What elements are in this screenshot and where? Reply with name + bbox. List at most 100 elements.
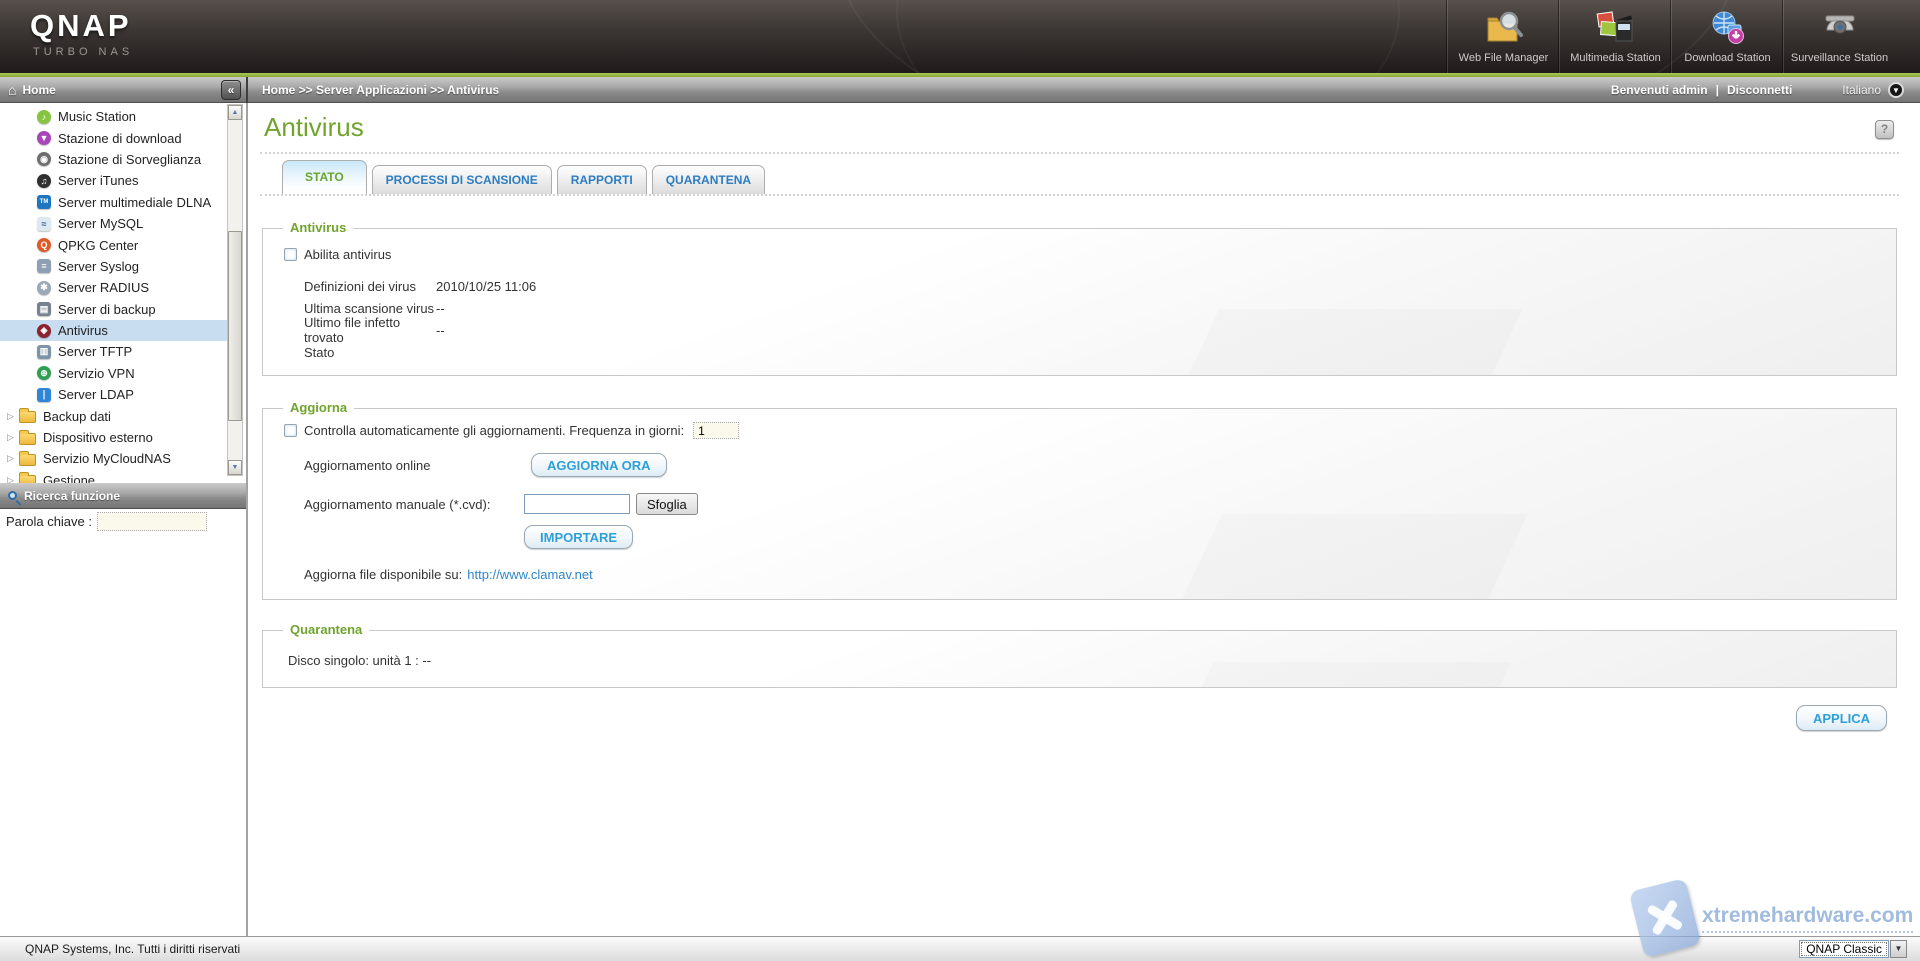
dlna-icon: TM [37, 195, 51, 209]
status-row-label: Ultimo file infetto trovato [304, 315, 436, 345]
station-web-file-manager[interactable]: Web File Manager [1447, 0, 1559, 73]
sidebar-item-music-station[interactable]: ♪Music Station [0, 106, 227, 127]
station-label: Surveillance Station [1791, 52, 1888, 64]
update-now-button[interactable]: AGGIORNA ORA [531, 453, 667, 477]
download-arrow-icon: ▼ [37, 131, 51, 145]
sidebar-item-server-di-backup[interactable]: ▤Server di backup [0, 299, 227, 320]
station-surveillance-station[interactable]: Surveillance Station [1783, 0, 1895, 73]
keyword-input[interactable] [97, 512, 207, 531]
sidebar-item-gestione[interactable]: ▷ Gestione [0, 470, 227, 483]
scrollbar-thumb[interactable] [228, 231, 242, 421]
sidebar-item-label: Server multimediale DLNA [58, 195, 211, 210]
sidebar-item-server-itunes[interactable]: ♫Server iTunes [0, 170, 227, 191]
station-label: Multimedia Station [1570, 52, 1661, 64]
qnap-logo-subtitle: TURBO NAS [33, 46, 133, 58]
antivirus-shield-icon: ◈ [37, 324, 51, 338]
expand-arrow-icon[interactable]: ▷ [7, 432, 15, 443]
help-button[interactable]: ? [1875, 120, 1894, 139]
auto-update-checkbox[interactable] [284, 424, 297, 437]
tab-rapporti[interactable]: RAPPORTI [557, 165, 647, 194]
sidebar-item-label: Music Station [58, 109, 136, 124]
apply-button[interactable]: APPLICA [1796, 705, 1887, 731]
sidebar-item-label: Backup dati [43, 409, 111, 424]
status-row-value: -- [436, 301, 445, 316]
sidebar-item-stazione-di-download[interactable]: ▼Stazione di download [0, 127, 227, 148]
station-label: Download Station [1684, 52, 1770, 64]
sidebar-item-qpkg-center[interactable]: QQPKG Center [0, 234, 227, 255]
sidebar-item-label: Gestione [43, 473, 95, 483]
station-label: Web File Manager [1459, 52, 1549, 64]
sidebar-item-label: Server MySQL [58, 216, 143, 231]
page-title: Antivirus [264, 112, 364, 143]
manual-update-file-input[interactable] [524, 494, 630, 514]
station-multimedia-station[interactable]: Multimedia Station [1559, 0, 1671, 73]
online-update-label: Aggiornamento online [304, 458, 524, 473]
status-row-label: Ultima scansione virus [304, 301, 436, 316]
sidebar-item-label: Antivirus [58, 323, 108, 338]
sidebar-item-server-multimediale-dlna[interactable]: TM Server multimediale DLNA [0, 192, 227, 213]
sidebar-item-antivirus[interactable]: ◈ Antivirus [0, 320, 227, 341]
separator: | [1716, 83, 1719, 97]
frequency-days-input[interactable] [693, 422, 739, 439]
scroll-up-icon[interactable]: ▲ [228, 105, 242, 120]
theme-select-arrow-icon[interactable]: ▼ [1890, 940, 1907, 958]
web-file-manager-icon [1483, 0, 1525, 50]
sidebar-item-dispositivo-esterno[interactable]: ▷ Dispositivo esterno [0, 427, 227, 448]
expand-arrow-icon[interactable]: ▷ [7, 475, 15, 483]
expand-arrow-icon[interactable]: ▷ [7, 453, 15, 464]
theme-select-value[interactable]: QNAP Classic [1799, 940, 1889, 958]
app-header: QNAP TURBO NAS Web File ManagerMultimedi… [0, 0, 1920, 73]
sidebar-header: ⌂ Home « [0, 77, 246, 103]
folder-icon [19, 475, 36, 483]
folder-icon [19, 411, 36, 423]
sidebar-item-server-tftp[interactable]: ▥Server TFTP [0, 341, 227, 362]
import-button[interactable]: IMPORTARE [524, 525, 633, 549]
sidebar-item-label: Server Syslog [58, 259, 139, 274]
itunes-icon: ♫ [37, 174, 51, 188]
language-dropdown-icon[interactable]: ▼ [1888, 82, 1904, 98]
sidebar-item-label: Servizio MyCloudNAS [43, 451, 171, 466]
keyword-search-row: Parola chiave : [0, 512, 246, 531]
clamav-link[interactable]: http://www.clamav.net [467, 567, 592, 582]
sidebar-menu: ♪Music Station▼Stazione di download◉Staz… [0, 104, 227, 483]
sidebar-item-label: Server RADIUS [58, 280, 149, 295]
logout-link[interactable]: Disconnetti [1727, 83, 1792, 97]
station-download-station[interactable]: Download Station [1671, 0, 1783, 73]
enable-antivirus-checkbox[interactable] [284, 248, 297, 261]
auto-update-label: Controlla automaticamente gli aggiorname… [304, 423, 684, 438]
tab-quarantena[interactable]: QUARANTENA [652, 165, 765, 194]
camera-dome-icon: ◉ [37, 152, 51, 166]
sidebar-collapse-button[interactable]: « [221, 80, 241, 100]
sidebar-item-stazione-di-sorveglianza[interactable]: ◉Stazione di Sorveglianza [0, 149, 227, 170]
sidebar-item-label: Dispositivo esterno [43, 430, 153, 445]
sidebar-item-servizio-vpn[interactable]: ⊕Servizio VPN [0, 363, 227, 384]
browse-button[interactable]: Sfoglia [636, 493, 698, 515]
sidebar-scrollbar[interactable]: ▲ ▼ [227, 104, 243, 476]
folder-icon [19, 433, 36, 445]
sidebar-item-servizio-mycloudnas[interactable]: ▷ Servizio MyCloudNAS [0, 448, 227, 469]
update-section: Aggiorna Controlla automaticamente gli a… [262, 408, 1897, 600]
status-row-value: -- [436, 323, 445, 338]
scroll-down-icon[interactable]: ▼ [228, 460, 242, 475]
sidebar-item-server-mysql[interactable]: ≈Server MySQL [0, 213, 227, 234]
sidebar-item-label: Server TFTP [58, 344, 132, 359]
theme-selector[interactable]: QNAP Classic ▼ [1799, 940, 1907, 958]
qpkg-icon: Q [37, 238, 51, 252]
quarantine-section: Quarantena Disco singolo: unità 1 : -- [262, 630, 1897, 688]
title-separator [260, 152, 1899, 154]
status-row: Definizioni dei virus2010/10/25 11:06 [304, 275, 536, 297]
sidebar-item-server-ldap[interactable]: ❘Server LDAP [0, 384, 227, 405]
breadcrumb: Home >> Server Applicazioni >> Antivirus [262, 83, 499, 97]
sidebar-item-backup-dati[interactable]: ▷ Backup dati [0, 405, 227, 426]
sidebar-item-label: Servizio VPN [58, 366, 135, 381]
expand-arrow-icon[interactable]: ▷ [7, 411, 15, 422]
tab-processi-di-scansione[interactable]: PROCESSI DI SCANSIONE [372, 165, 552, 194]
welcome-text: Benvenuti admin [1611, 83, 1708, 97]
quarantine-section-legend: Quarantena [283, 622, 369, 637]
syslog-icon: ≡ [37, 259, 51, 273]
sidebar-title: Home [22, 83, 55, 97]
sidebar-item-server-radius[interactable]: ✱Server RADIUS [0, 277, 227, 298]
sidebar-item-server-syslog[interactable]: ≡ Server Syslog [0, 256, 227, 277]
enable-antivirus-label: Abilita antivirus [304, 247, 391, 262]
tab-stato[interactable]: STATO [282, 160, 367, 194]
